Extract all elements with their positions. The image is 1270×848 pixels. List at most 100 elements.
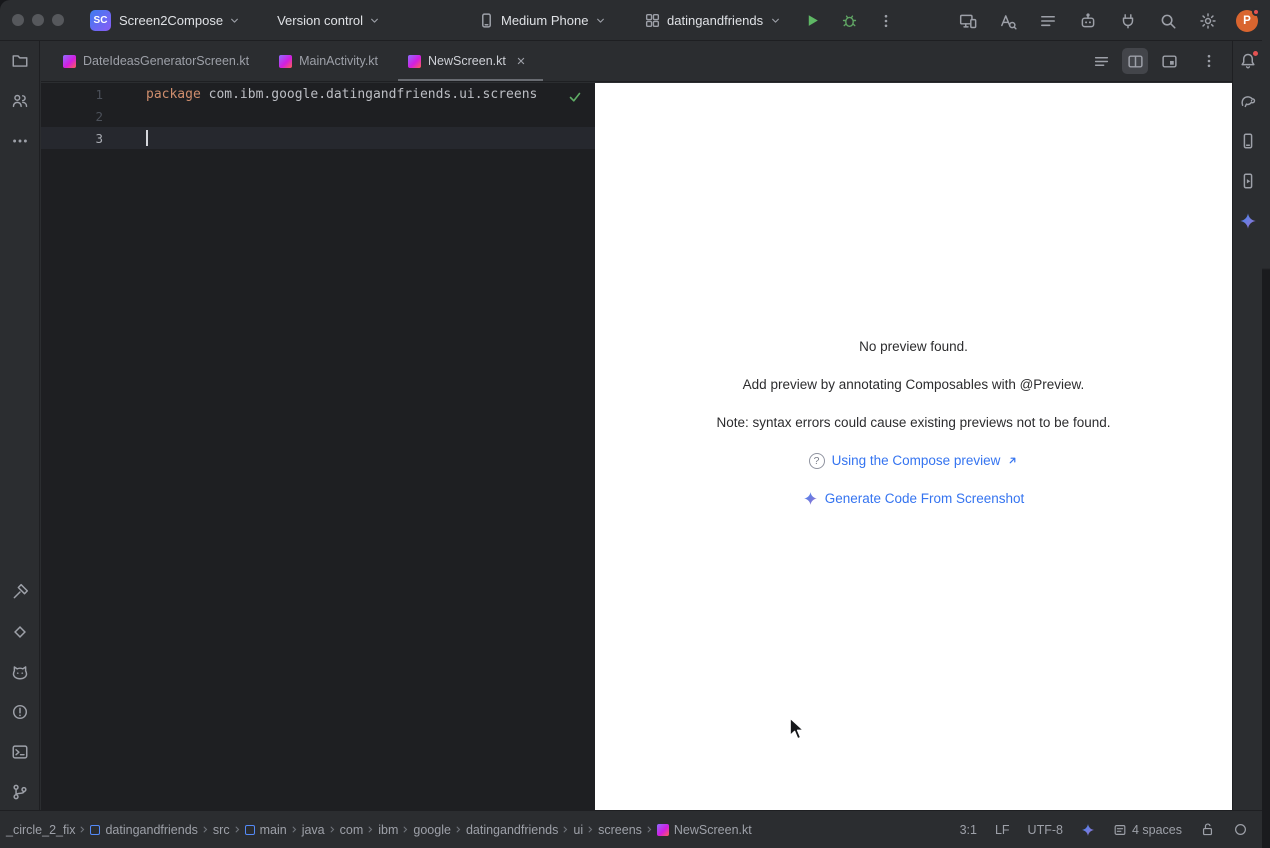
chevron-right-icon	[453, 824, 464, 835]
breadcrumb-item[interactable]: main	[243, 823, 289, 837]
search-icon[interactable]	[1156, 9, 1180, 33]
editor-line-current[interactable]: 3	[41, 127, 595, 149]
generate-code-row: Generate Code From Screenshot	[595, 489, 1232, 508]
running-devices-tool-icon[interactable]	[1236, 169, 1260, 193]
external-link-icon	[1007, 455, 1018, 466]
chevron-down-icon	[228, 14, 241, 27]
settings-icon[interactable]	[1196, 9, 1220, 33]
project-name: Screen2Compose	[119, 13, 223, 28]
close-tab-icon[interactable]	[513, 53, 529, 69]
project-tool-icon[interactable]	[8, 49, 32, 73]
breadcrumb-item[interactable]: screens	[596, 823, 644, 837]
notification-dot	[1252, 50, 1259, 57]
more-tool-windows-icon[interactable]	[8, 129, 32, 153]
phone-icon	[478, 12, 495, 29]
tab-mainactivity[interactable]: MainActivity.kt	[269, 41, 392, 81]
source-root-icon	[245, 825, 255, 835]
line-number[interactable]: 3	[41, 131, 103, 146]
chevron-down-icon	[594, 14, 607, 27]
preview-messages: No preview found. Add preview by annotat…	[595, 83, 1232, 508]
editor-tab-bar: DateIdeasGeneratorScreen.kt MainActivity…	[41, 41, 1232, 82]
breadcrumb-item[interactable]: com	[338, 823, 366, 837]
package-path: com.ibm.google.datingandfriends.ui.scree…	[201, 87, 538, 102]
breadcrumb-item[interactable]: ibm	[376, 823, 400, 837]
device-selector[interactable]: Medium Phone	[478, 0, 607, 41]
code-editor[interactable]: 1 package com.ibm.google.datingandfriend…	[41, 83, 595, 810]
indicator-circle-icon[interactable]	[1233, 822, 1248, 837]
device-selector-label: Medium Phone	[501, 13, 588, 28]
build-variants-icon[interactable]	[8, 620, 32, 644]
build-icon[interactable]	[8, 580, 32, 604]
status-bar: _circle_2_fix datingandfriends src main …	[0, 810, 1262, 848]
editor-view-modes	[1088, 41, 1232, 81]
encoding-widget[interactable]: UTF-8	[1028, 823, 1063, 837]
generate-code-link[interactable]: Generate Code From Screenshot	[825, 491, 1025, 506]
line-number[interactable]: 2	[41, 109, 103, 124]
desktop-edge	[1262, 0, 1270, 848]
project-selector[interactable]: Screen2Compose	[119, 13, 241, 28]
chevron-right-icon	[585, 824, 596, 835]
chevron-down-icon	[769, 14, 782, 27]
run-button[interactable]	[800, 9, 824, 33]
breadcrumb-item[interactable]: datingandfriends	[464, 823, 560, 837]
line-number[interactable]: 1	[41, 87, 103, 102]
debug-button[interactable]	[837, 9, 861, 33]
breadcrumbs: _circle_2_fix datingandfriends src main …	[4, 823, 754, 837]
editor-line[interactable]: 1 package com.ibm.google.datingandfriend…	[41, 83, 595, 105]
notifications-icon[interactable]	[1236, 49, 1260, 73]
chevron-right-icon	[560, 824, 571, 835]
compose-preview-help-link[interactable]: Using the Compose preview	[832, 453, 1001, 468]
statusbar-widgets: 3:1 LF UTF-8 4 spaces	[960, 822, 1248, 837]
design-view-icon[interactable]	[1156, 48, 1182, 74]
editor-options-icon[interactable]	[1196, 48, 1222, 74]
kotlin-file-icon	[657, 824, 669, 836]
version-control-menu[interactable]: Version control	[277, 13, 381, 28]
device-manager-icon[interactable]	[1236, 129, 1260, 153]
tab-dateideasgeneratorscreen[interactable]: DateIdeasGeneratorScreen.kt	[53, 41, 263, 81]
list-icon[interactable]	[1036, 9, 1060, 33]
module-icon	[90, 825, 100, 835]
code-view-icon[interactable]	[1088, 48, 1114, 74]
breadcrumb-item[interactable]: datingandfriends	[88, 823, 199, 837]
caret-position-widget[interactable]: 3:1	[960, 823, 977, 837]
inspections-ok-icon[interactable]	[567, 89, 583, 105]
split-view-icon[interactable]	[1122, 48, 1148, 74]
version-control-icon[interactable]	[8, 780, 32, 804]
compose-preview-panel: No preview found. Add preview by annotat…	[595, 83, 1232, 810]
plugin-icon[interactable]	[1116, 9, 1140, 33]
chevron-right-icon	[644, 824, 655, 835]
editor-line[interactable]: 2	[41, 105, 595, 127]
line-separator-widget[interactable]: LF	[995, 823, 1010, 837]
gradle-icon[interactable]	[1236, 89, 1260, 113]
more-run-options-button[interactable]	[874, 9, 898, 33]
profile-avatar[interactable]: P	[1236, 10, 1258, 32]
breadcrumb-item[interactable]: google	[411, 823, 453, 837]
sparkle-icon	[803, 491, 818, 506]
zoom-button[interactable]	[52, 14, 64, 26]
people-icon[interactable]	[8, 89, 32, 113]
ai-assistant-icon[interactable]	[1076, 9, 1100, 33]
breadcrumb-item[interactable]: _circle_2_fix	[4, 823, 77, 837]
unlocked-icon[interactable]	[1200, 822, 1215, 837]
minimize-button[interactable]	[32, 14, 44, 26]
breadcrumb-item[interactable]: java	[300, 823, 327, 837]
chevron-right-icon	[289, 824, 300, 835]
breadcrumb-item-file[interactable]: NewScreen.kt	[655, 823, 754, 837]
terminal-icon[interactable]	[8, 740, 32, 764]
breadcrumb-item[interactable]: ui	[571, 823, 585, 837]
indent-widget[interactable]: 4 spaces	[1113, 823, 1182, 837]
close-button[interactable]	[12, 14, 24, 26]
gemini-icon[interactable]	[1236, 209, 1260, 233]
find-action-icon[interactable]	[996, 9, 1020, 33]
logcat-icon[interactable]	[8, 660, 32, 684]
text-caret	[146, 130, 148, 146]
running-devices-icon[interactable]	[956, 9, 980, 33]
chevron-right-icon	[77, 824, 88, 835]
run-configuration-selector[interactable]: datingandfriends	[644, 0, 782, 41]
problems-icon[interactable]	[8, 700, 32, 724]
indent-icon	[1113, 823, 1127, 837]
ai-status-icon[interactable]	[1081, 823, 1095, 837]
tab-newscreen[interactable]: NewScreen.kt	[398, 41, 543, 81]
run-config-icon	[644, 12, 661, 29]
breadcrumb-item[interactable]: src	[211, 823, 232, 837]
